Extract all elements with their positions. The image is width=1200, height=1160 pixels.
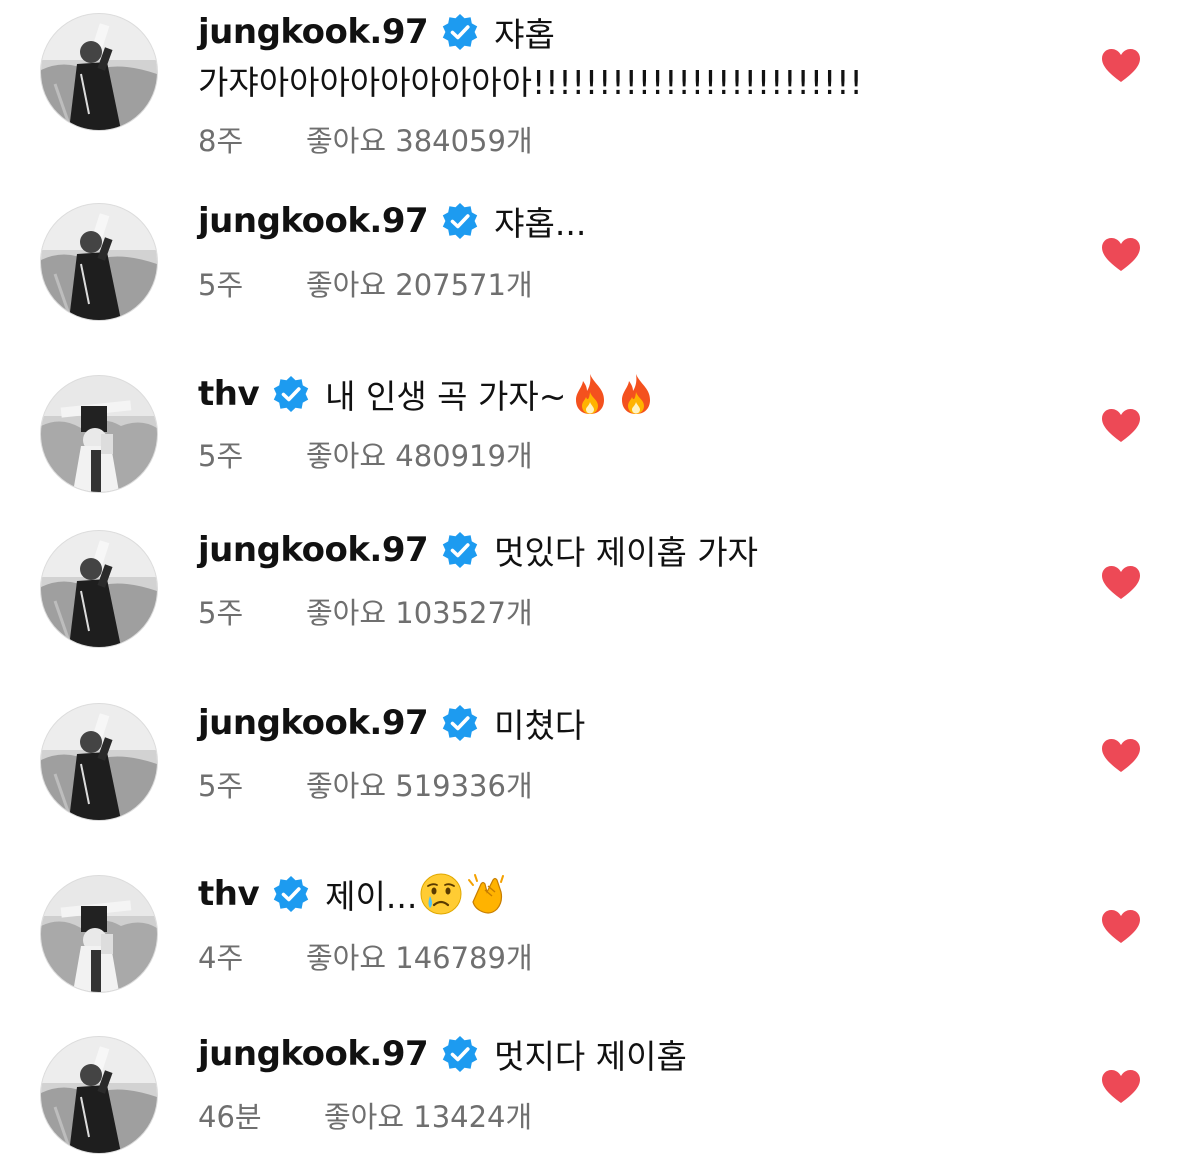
username[interactable]: thv <box>198 874 260 914</box>
comment-text: 제이... <box>325 877 418 916</box>
username[interactable]: thv <box>198 374 260 414</box>
comment-time[interactable]: 5주 <box>198 262 306 304</box>
verified-badge-icon <box>440 1034 480 1074</box>
verified-badge-icon <box>271 374 311 414</box>
comment-text: 멋있다 제이홉 가자 <box>494 533 759 572</box>
clapping-hands-emoji-icon <box>465 872 509 916</box>
fire-emoji-icon <box>568 372 612 416</box>
comment-text-line2: 가쟈아아아아아아아아아!!!!!!!!!!!!!!!!!!!!!!!!! <box>198 63 863 102</box>
comment-time[interactable]: 4주 <box>198 935 306 977</box>
username[interactable]: jungkook.97 <box>198 530 429 570</box>
comment-meta: 5주 좋아요 519336개 <box>198 763 533 805</box>
comment-meta: 5주 좋아요 480919개 <box>198 433 533 475</box>
comment-header: jungkook.97 멋지다 제이홉 <box>198 1030 687 1078</box>
comment-meta: 5주 좋아요 103527개 <box>198 590 533 632</box>
like-count[interactable]: 좋아요 384059개 <box>306 118 533 160</box>
avatar[interactable] <box>40 1036 158 1154</box>
verified-badge-icon <box>440 530 480 570</box>
comment-list: jungkook.97 쟈홉가쟈아아아아아아아아아!!!!!!!!!!!!!!!… <box>0 0 1200 1160</box>
comment-meta: 8주 좋아요 384059개 <box>198 118 533 160</box>
like-heart-icon[interactable] <box>1101 237 1141 273</box>
comment-time[interactable]: 5주 <box>198 763 306 805</box>
like-count[interactable]: 좋아요 207571개 <box>306 262 533 304</box>
comment-header: jungkook.97 멋있다 제이홉 가자 <box>198 526 758 574</box>
comment-text: 쟈홉... <box>494 204 587 243</box>
comment-time[interactable]: 46분 <box>198 1094 324 1136</box>
verified-badge-icon <box>440 12 480 52</box>
like-heart-icon[interactable] <box>1101 408 1141 444</box>
like-heart-icon[interactable] <box>1101 48 1141 84</box>
avatar[interactable] <box>40 375 158 493</box>
username[interactable]: jungkook.97 <box>198 1034 429 1074</box>
like-count[interactable]: 좋아요 13424개 <box>324 1094 532 1136</box>
comment-text: 쟈홉 <box>494 15 555 54</box>
avatar[interactable] <box>40 203 158 321</box>
verified-badge-icon <box>440 201 480 241</box>
comment-text: 내 인생 곡 가자~ <box>325 377 567 416</box>
like-count[interactable]: 좋아요 480919개 <box>306 433 533 475</box>
crying-face-emoji-icon <box>419 872 463 916</box>
like-heart-icon[interactable] <box>1101 909 1141 945</box>
comment-header: jungkook.97 미쳤다 <box>198 699 585 747</box>
like-heart-icon[interactable] <box>1101 1069 1141 1105</box>
like-heart-icon[interactable] <box>1101 565 1141 601</box>
username[interactable]: jungkook.97 <box>198 12 429 52</box>
like-heart-icon[interactable] <box>1101 738 1141 774</box>
username[interactable]: jungkook.97 <box>198 703 429 743</box>
like-count[interactable]: 좋아요 103527개 <box>306 590 533 632</box>
comment-text: 멋지다 제이홉 <box>494 1037 687 1076</box>
comment-header: thv 제이... <box>198 870 509 918</box>
like-count[interactable]: 좋아요 146789개 <box>306 935 533 977</box>
username[interactable]: jungkook.97 <box>198 201 429 241</box>
avatar[interactable] <box>40 703 158 821</box>
comment-text: 미쳤다 <box>494 706 586 745</box>
verified-badge-icon <box>271 874 311 914</box>
avatar[interactable] <box>40 530 158 648</box>
comment-time[interactable]: 5주 <box>198 433 306 475</box>
comment-time[interactable]: 8주 <box>198 118 306 160</box>
comment-meta: 4주 좋아요 146789개 <box>198 935 533 977</box>
fire-emoji-icon <box>614 372 658 416</box>
comment-header: jungkook.97 쟈홉... <box>198 197 586 245</box>
comment-meta: 5주 좋아요 207571개 <box>198 262 533 304</box>
avatar[interactable] <box>40 13 158 131</box>
comment-header: thv 내 인생 곡 가자~ <box>198 370 658 418</box>
comment-header: jungkook.97 쟈홉 <box>198 8 555 56</box>
comment-meta: 46분 좋아요 13424개 <box>198 1094 532 1136</box>
like-count[interactable]: 좋아요 519336개 <box>306 763 533 805</box>
avatar[interactable] <box>40 875 158 993</box>
verified-badge-icon <box>440 703 480 743</box>
comment-time[interactable]: 5주 <box>198 590 306 632</box>
